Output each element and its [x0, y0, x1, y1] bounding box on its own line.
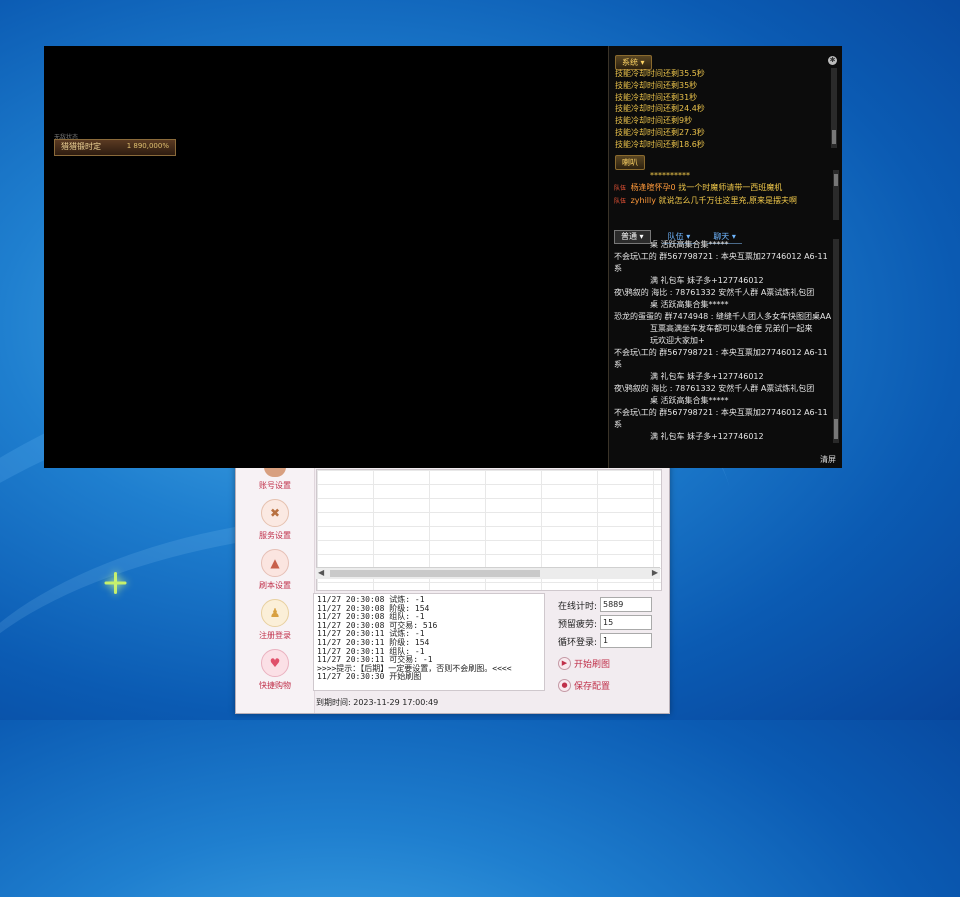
general-line: 夜\鸦叙的 海比 : 78761332 安然千人群 A票试炼礼包团: [614, 288, 815, 297]
scroll-right-icon[interactable]: ▶: [652, 568, 658, 577]
settings-gear-icon[interactable]: ✱: [828, 56, 837, 65]
general-line: 桌 活跃高集合集*****: [650, 240, 729, 249]
expire-time: 到期时间: 2023-11-29 17:00:49: [316, 698, 439, 707]
system-scrollbar[interactable]: [831, 68, 837, 148]
tool-sidebar: 账号设置 ✖ 服务设置 ▲ 刷本设置 ♟ 注册登录 ♥ 快捷购物: [236, 461, 315, 713]
chat-channel-tabs: 普通 ▾ 队伍 ▾ 聊天 ▾: [614, 224, 748, 244]
online-timer-label: 在线计时:: [558, 602, 598, 612]
speaker-tab[interactable]: 喇叭: [615, 155, 645, 170]
system-line: 技能冷却时间还剩27.3秒: [615, 127, 705, 137]
clear-screen-button[interactable]: 清屏: [820, 454, 836, 465]
fatigue-label: 预留疲劳:: [558, 620, 598, 630]
nav-item-login[interactable]: ♟ 注册登录: [236, 599, 314, 641]
general-line: 不会玩\工的 群567798721 : 本央互票加27746012 A6-11 …: [614, 408, 828, 429]
dungeon-icon: ▲: [261, 549, 289, 577]
relogin-row: 循环登录: 1: [554, 633, 662, 649]
general-scrollbar[interactable]: [833, 239, 839, 443]
speaker-line: 队伍 zyhilly 就说怎么几千万往这里充,原来是摆夫啊: [614, 195, 834, 208]
system-line: 技能冷却时间还剩9秒: [615, 116, 693, 126]
buff-bar-frame: 猎猎锻时定 1 890,000%: [54, 139, 176, 156]
general-line: 夜\鸦叙的 海比 : 78761332 安然千人群 A票试炼礼包团: [614, 384, 815, 393]
general-line: 玩欢迎大家加+: [650, 336, 705, 345]
fatigue-input[interactable]: 15: [600, 615, 652, 630]
general-messages: 桌 活跃高集合集***** 不会玩\工的 群567798721 : 本央互票加27…: [614, 239, 832, 443]
channel-tag: 队伍: [614, 185, 627, 192]
buff-value: 1 890,000%: [126, 142, 169, 150]
scroll-thumb[interactable]: [834, 174, 838, 186]
wallpaper-sparkle: [104, 572, 126, 594]
login-icon: ♟: [261, 599, 289, 627]
system-tab-label: 系统: [622, 58, 638, 67]
game-window[interactable]: 无敌状态 猎猎锻时定 1 890,000% 系统 ▾ ✱ 技能冷却时间还剩35.…: [44, 46, 842, 468]
message-text: 找一个时魔师请带一西班魔机: [678, 183, 783, 192]
general-line: 不会玩\工的 群567798721 : 本央互票加27746012 A6-11 …: [614, 348, 828, 369]
message-text: 就说怎么几千万往这里充,原来是摆夫啊: [658, 196, 798, 205]
nav-label: 刷本设置: [259, 581, 291, 590]
scroll-left-icon[interactable]: ◀: [318, 568, 324, 577]
buff-name: 猎猎锻时定: [61, 142, 101, 151]
speaker-line: 队伍 杨逢暄怀孕0 找一个时魔师请带一西班魔机: [614, 182, 834, 195]
speaker-tab-label: 喇叭: [622, 158, 638, 167]
save-icon: ●: [558, 679, 571, 692]
nav-item-dungeon[interactable]: ▲ 刷本设置: [236, 549, 314, 591]
system-line: 技能冷却时间还剩31秒: [615, 92, 698, 102]
start-label: 开始刷图: [574, 660, 611, 670]
system-line: 技能冷却时间还剩35.5秒: [615, 69, 705, 78]
general-line: 桌 活跃高集合集*****: [650, 300, 729, 309]
system-line: 技能冷却时间还剩35秒: [615, 80, 698, 90]
start-button[interactable]: ▶ 开始刷图: [558, 657, 610, 670]
log-line: 11/27 20:30:30 开始刷图: [317, 672, 422, 682]
nav-label: 服务设置: [259, 531, 291, 540]
buff-bar: 无敌状态 猎猎锻时定 1 890,000%: [54, 132, 176, 164]
nav-label: 快捷购物: [259, 681, 291, 690]
sender-name[interactable]: zyhilly: [631, 196, 656, 205]
channel-tag: 队伍: [614, 198, 627, 205]
relogin-input[interactable]: 1: [600, 633, 652, 648]
speaker-header: **********: [650, 171, 690, 180]
general-line: 恐龙的蛋蛋的 群7474948 : 缝缝千人团人多女车快图团桌AA: [614, 312, 832, 321]
general-line: 不会玩\工的 群567798721 : 本央互票加27746012 A6-11 …: [614, 252, 828, 273]
speaker-messages: ********** 队伍 杨逢暄怀孕0 找一个时魔师请带一西班魔机 队伍 zy…: [614, 170, 834, 222]
play-icon: ▶: [558, 657, 571, 670]
scroll-thumb[interactable]: [834, 419, 838, 439]
fatigue-row: 预留疲劳: 15: [554, 615, 662, 631]
log-box[interactable]: 11/27 20:30:08 试炼: -1 11/27 20:30:08 阶级:…: [313, 593, 545, 691]
chat-panel: 系统 ▾ ✱ 技能冷却时间还剩35.5秒 技能冷却时间还剩35秒 技能冷却时间还…: [608, 46, 842, 468]
bot-tool-window: 账号设置 ✖ 服务设置 ▲ 刷本设置 ♟ 注册登录 ♥ 快捷购物 ◀ ▶ 11/…: [235, 460, 670, 714]
sender-name[interactable]: 杨逢暄怀孕0: [631, 183, 676, 192]
general-line: 桌 活跃高集合集*****: [650, 396, 729, 405]
save-config-button[interactable]: ● 保存配置: [558, 679, 610, 692]
relogin-label: 循环登录:: [558, 638, 598, 648]
general-line: 满 礼包车 妹子多+127746012: [650, 372, 764, 381]
grid-horizontal-scrollbar[interactable]: ◀ ▶: [316, 567, 660, 579]
general-line: 满 礼包车 妹子多+127746012: [650, 432, 764, 441]
nav-item-shop[interactable]: ♥ 快捷购物: [236, 649, 314, 691]
nav-item-account[interactable]: 账号设置: [236, 467, 314, 491]
scroll-thumb[interactable]: [330, 570, 540, 577]
general-line: 满 礼包车 妹子多+127746012: [650, 276, 764, 285]
online-timer-input[interactable]: 5889: [600, 597, 652, 612]
account-icon: [264, 467, 286, 477]
nav-label: 账号设置: [259, 481, 291, 490]
nav-item-service[interactable]: ✖ 服务设置: [236, 499, 314, 541]
speaker-scrollbar[interactable]: [833, 170, 839, 220]
save-label: 保存配置: [574, 682, 611, 692]
online-timer-row: 在线计时: 5889: [554, 597, 662, 613]
general-line: 互票高满坐车发车都可以集合便 兄弟们一起来: [650, 324, 813, 333]
system-line: 技能冷却时间还剩18.6秒: [615, 139, 705, 149]
system-messages: 技能冷却时间还剩35.5秒 技能冷却时间还剩35秒 技能冷却时间还剩31秒 技能…: [615, 68, 829, 150]
system-line: 技能冷却时间还剩24.4秒: [615, 104, 705, 114]
nav-label: 注册登录: [259, 631, 291, 640]
heart-icon: ♥: [261, 649, 289, 677]
scroll-thumb[interactable]: [832, 130, 836, 144]
wrench-icon: ✖: [261, 499, 289, 527]
